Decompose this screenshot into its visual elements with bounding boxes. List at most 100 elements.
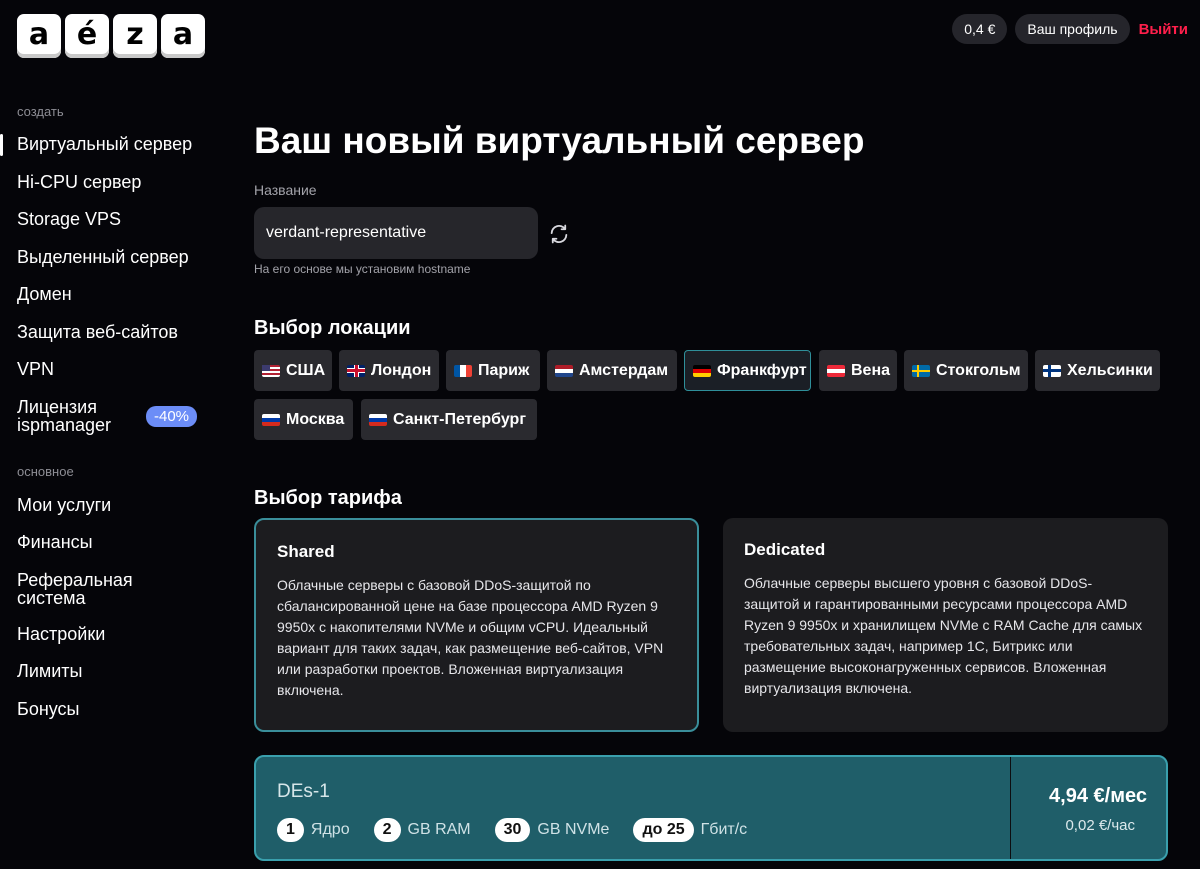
spec-value: до 25 — [633, 818, 694, 842]
sidebar-section-main: основное — [17, 464, 74, 479]
location-section-title: Выбор локации — [254, 317, 411, 339]
sidebar-item-bonuses[interactable]: Бонусы — [0, 691, 230, 729]
discount-badge: -40% — [146, 405, 198, 427]
sidebar-item-label: Hi-CPU сервер — [17, 171, 142, 192]
spec-unit: GB NVMe — [537, 821, 610, 838]
sidebar-item-dedicated-server[interactable]: Выделенный сервер — [0, 239, 230, 277]
tariff-card-dedicated[interactable]: Dedicated Облачные серверы высшего уровн… — [723, 518, 1168, 732]
sidebar: создать Виртуальный сервер Hi-CPU сервер… — [0, 96, 230, 728]
sidebar-item-label: Реферальная система — [17, 569, 133, 608]
sidebar-item-settings[interactable]: Настройки — [0, 616, 230, 654]
profile-button[interactable]: Ваш профиль — [1015, 14, 1130, 44]
gb-flag-icon — [347, 364, 365, 377]
at-flag-icon — [827, 364, 845, 377]
sidebar-item-referral[interactable]: Реферальная система — [0, 562, 230, 616]
location-label: США — [286, 361, 326, 379]
location-paris[interactable]: Париж — [446, 350, 540, 391]
aeza-logo[interactable]: a é z a — [17, 14, 205, 58]
logo-key: é — [65, 14, 109, 58]
location-amsterdam[interactable]: Амстердам — [547, 350, 677, 391]
sidebar-item-label: Защита веб-сайтов — [17, 321, 178, 342]
sidebar-item-vpn[interactable]: VPN — [0, 351, 230, 389]
tariff-description: Облачные серверы высшего уровня с базово… — [744, 575, 1143, 696]
sidebar-item-label: Домен — [17, 284, 72, 305]
plan-divider — [1010, 757, 1011, 859]
plan-name: DEs-1 — [277, 781, 330, 802]
balance-pill[interactable]: 0,4 € — [952, 14, 1008, 44]
spec-ram: 2 GB RAM — [373, 818, 471, 842]
regenerate-name-button[interactable] — [547, 222, 571, 246]
spec-unit: GB RAM — [407, 821, 471, 838]
sidebar-item-label: Storage VPS — [17, 209, 122, 230]
tariff-name: Shared — [277, 542, 335, 561]
sidebar-item-virtual-server[interactable]: Виртуальный сервер — [0, 126, 230, 164]
plan-specs: 1 Ядро 2 GB RAM 30 GB NVMe до 25 Гбит/с — [277, 818, 771, 842]
price-per-hour: 0,02 €/час — [1065, 817, 1135, 834]
page-title: Ваш новый виртуальный сервер — [254, 120, 865, 161]
location-london[interactable]: Лондон — [339, 350, 439, 391]
spec-storage: 30 GB NVMe — [494, 818, 610, 842]
sidebar-item-label: VPN — [17, 359, 55, 380]
sidebar-item-domain[interactable]: Домен — [0, 276, 230, 314]
sidebar-item-label: Выделенный сервер — [17, 246, 189, 267]
logo-key: a — [17, 14, 61, 58]
logo-key: a — [161, 14, 205, 58]
us-flag-icon — [262, 364, 280, 377]
location-label: Париж — [478, 361, 530, 379]
tariff-list: Shared Облачные серверы с базовой DDoS-з… — [254, 518, 1168, 732]
refresh-icon — [550, 224, 568, 244]
sidebar-item-website-protection[interactable]: Защита веб-сайтов — [0, 314, 230, 352]
location-vienna[interactable]: Вена — [819, 350, 897, 391]
sidebar-item-storage-vps[interactable]: Storage VPS — [0, 201, 230, 239]
fi-flag-icon — [1043, 364, 1061, 377]
sidebar-item-label: Лимиты — [17, 661, 83, 682]
sidebar-item-label: Виртуальный сервер — [17, 134, 193, 155]
server-name-input[interactable] — [254, 207, 538, 259]
sidebar-section-create: создать — [17, 103, 64, 119]
spec-value: 2 — [373, 818, 401, 842]
plan-card-des-1[interactable]: DEs-1 1 Ядро 2 GB RAM 30 GB NVMe до 25 Г… — [254, 755, 1168, 861]
top-bar: 0,4 € Ваш профиль Выйти — [952, 14, 1188, 44]
sidebar-item-ispmanager-license[interactable]: Лицензия ispmanager -40% — [0, 389, 230, 443]
ru-flag-icon — [262, 413, 280, 426]
spec-value: 30 — [494, 818, 531, 842]
location-usa[interactable]: США — [254, 350, 332, 391]
spec-bandwidth: до 25 Гбит/с — [633, 818, 747, 842]
location-label: Хельсинки — [1067, 361, 1153, 379]
location-label: Вена — [851, 361, 891, 379]
ru-flag-icon — [369, 413, 387, 426]
sidebar-item-label: Лицензия ispmanager — [17, 396, 112, 435]
se-flag-icon — [912, 364, 930, 377]
nl-flag-icon — [555, 364, 573, 377]
tariff-name: Dedicated — [744, 540, 826, 559]
fr-flag-icon — [454, 364, 472, 377]
location-label: Лондон — [371, 361, 432, 379]
location-label: Москва — [286, 410, 345, 428]
sidebar-item-my-services[interactable]: Мои услуги — [0, 487, 230, 525]
de-flag-icon — [693, 364, 711, 377]
sidebar-item-label: Настройки — [17, 623, 106, 644]
location-saint-petersburg[interactable]: Санкт-Петербург — [361, 399, 537, 440]
sidebar-item-label: Бонусы — [17, 698, 80, 719]
tariff-description: Облачные серверы с базовой DDoS-защитой … — [277, 577, 664, 698]
logout-link[interactable]: Выйти — [1138, 21, 1188, 38]
sidebar-item-limits[interactable]: Лимиты — [0, 653, 230, 691]
location-label: Стокгольм — [936, 361, 1021, 379]
tariff-section-title: Выбор тарифа — [254, 487, 402, 509]
location-stockholm[interactable]: Стокгольм — [904, 350, 1028, 391]
tariff-card-shared[interactable]: Shared Облачные серверы с базовой DDoS-з… — [254, 518, 699, 732]
location-helsinki[interactable]: Хельсинки — [1035, 350, 1160, 391]
sidebar-item-finance[interactable]: Финансы — [0, 524, 230, 562]
spec-value: 1 — [277, 818, 304, 842]
spec-unit: Гбит/с — [700, 821, 748, 838]
name-label: Название — [254, 182, 317, 198]
price-per-month: 4,94 €/мес — [1049, 785, 1147, 807]
sidebar-item-hi-cpu-server[interactable]: Hi-CPU сервер — [0, 164, 230, 202]
location-moscow[interactable]: Москва — [254, 399, 353, 440]
sidebar-item-label: Финансы — [17, 532, 93, 553]
sidebar-item-label: Мои услуги — [17, 494, 112, 515]
location-label: Франкфурт — [717, 361, 807, 379]
location-frankfurt[interactable]: Франкфурт — [684, 350, 811, 391]
spec-unit: Ядро — [310, 821, 350, 838]
location-label: Санкт-Петербург — [393, 410, 526, 428]
